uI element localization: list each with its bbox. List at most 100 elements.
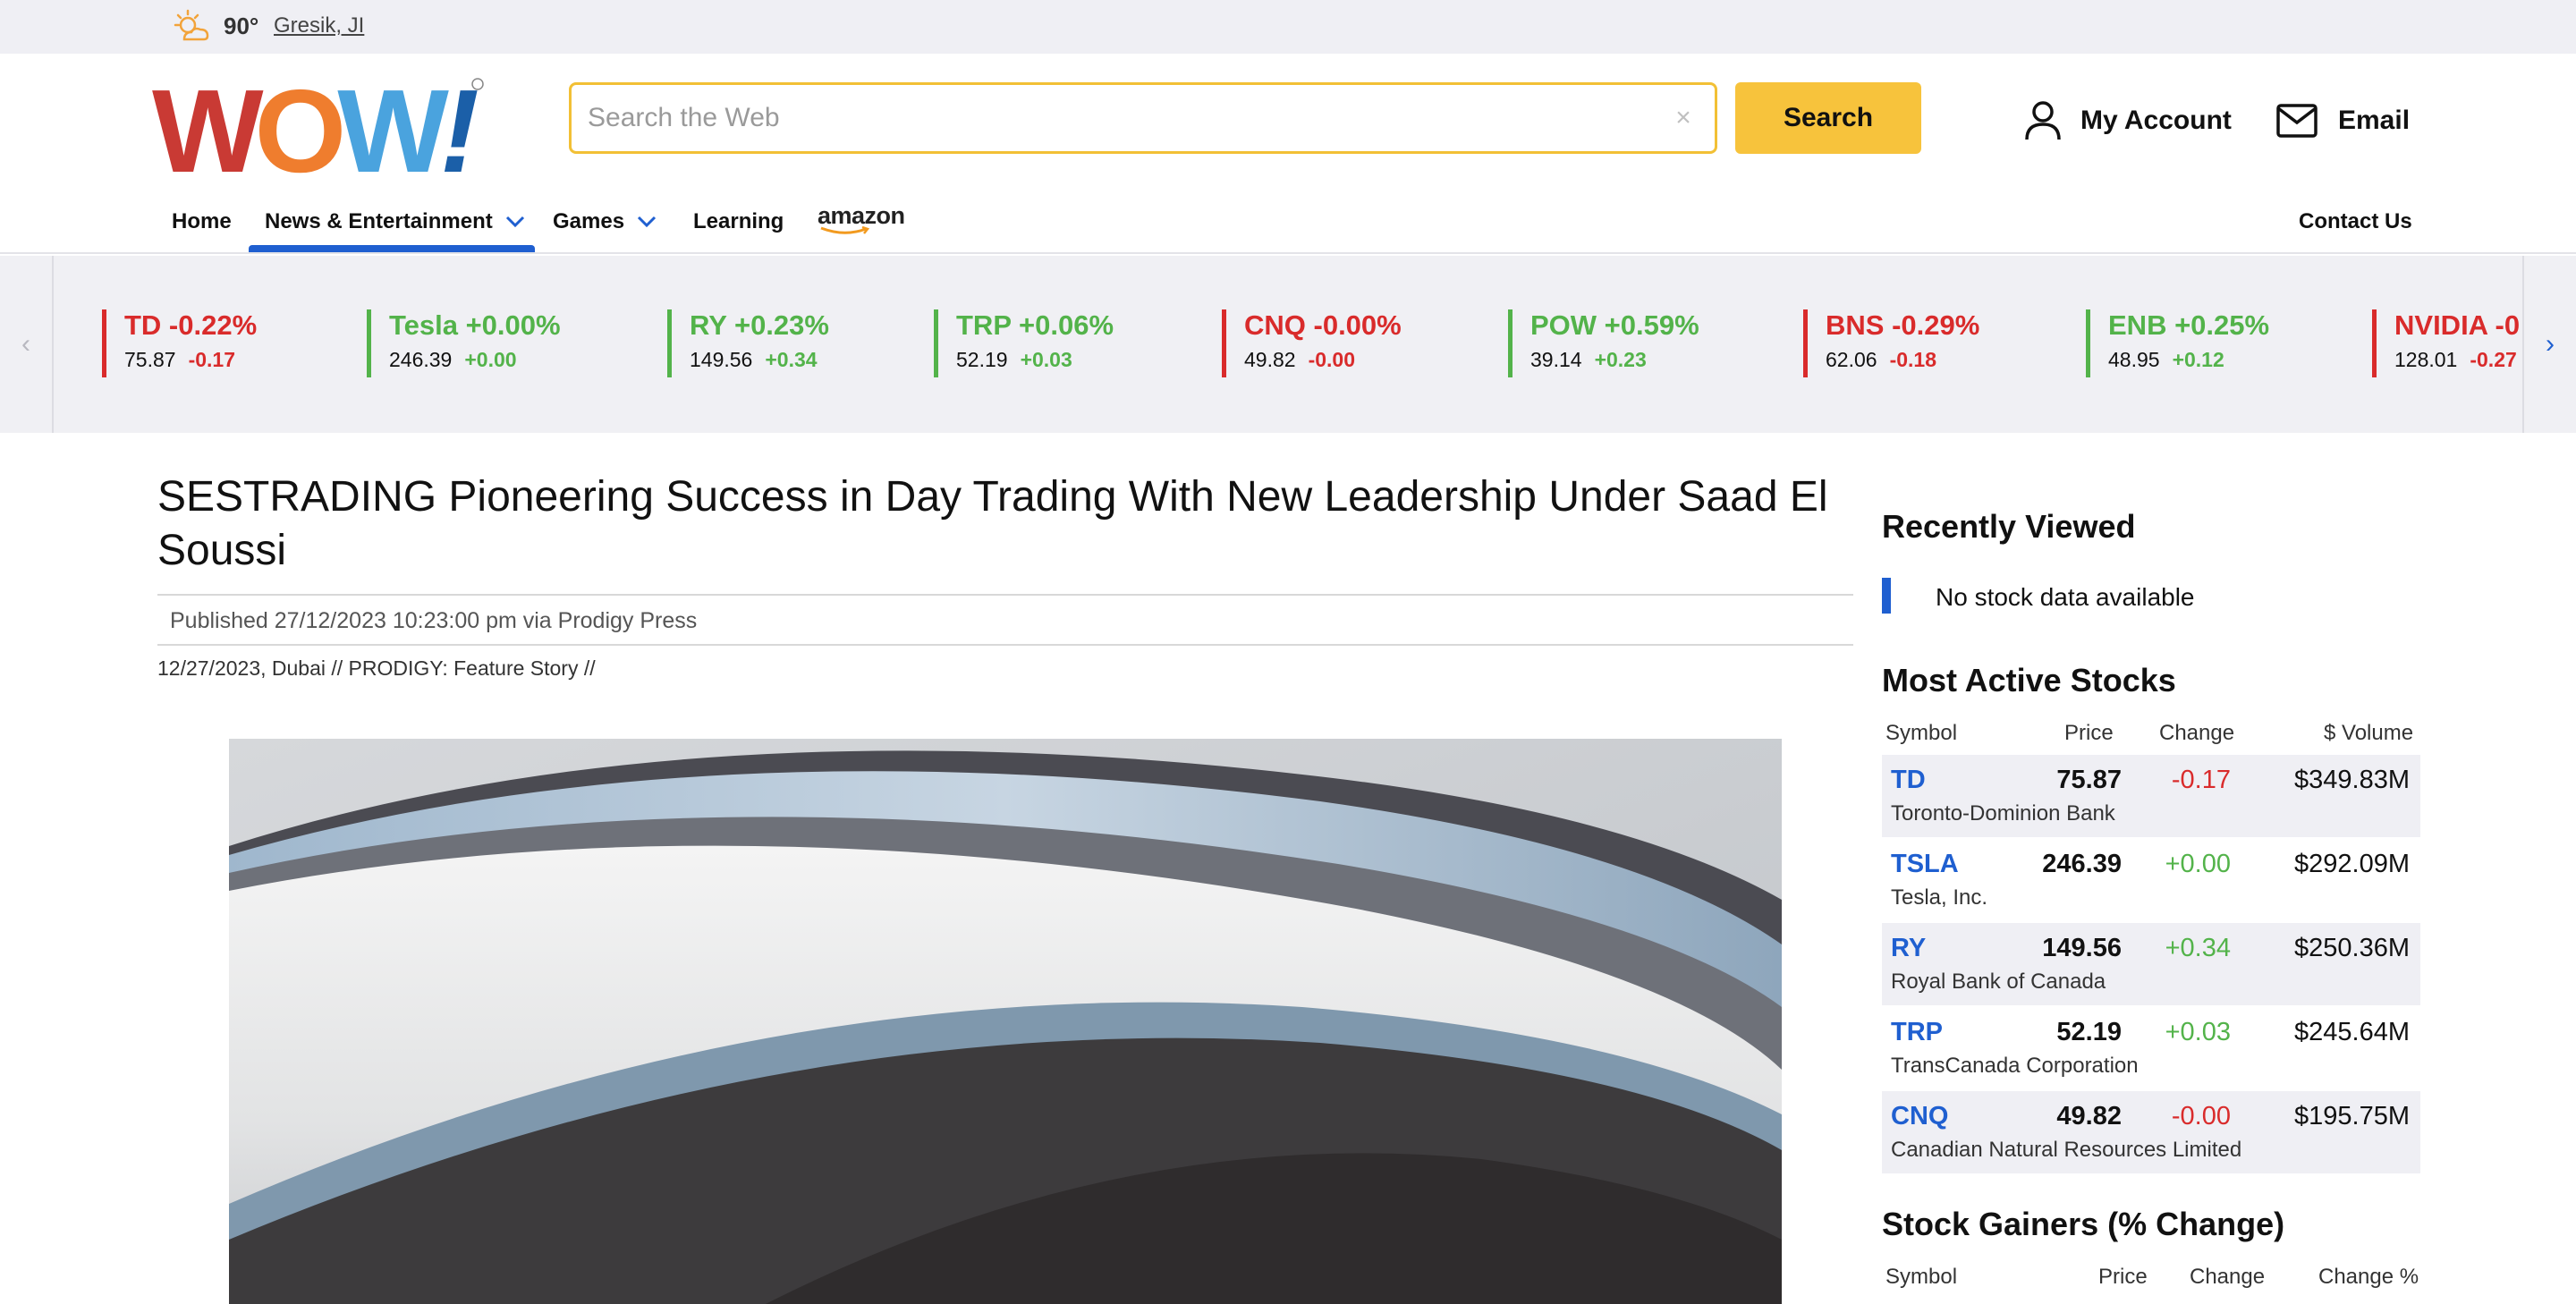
chevron-down-icon (505, 216, 524, 228)
ticker-change: +0.34 (765, 348, 818, 371)
search-input[interactable] (588, 85, 1643, 151)
nav-amazon[interactable]: amazon (818, 202, 905, 235)
ticker-change: -0.00 (1308, 348, 1355, 371)
ticker-change: +0.23 (1594, 348, 1647, 371)
nav-home[interactable]: Home (172, 209, 232, 234)
stock-ticker: ‹ TD -0.22% 75.87 -0.17 Tesla +0.00% 246.39 +… (0, 256, 2576, 433)
meta-divider (157, 644, 1853, 646)
stock-price: 52.19 (2056, 1018, 2122, 1046)
article-title: SESTRADING Pioneering Success in Day Tra… (157, 473, 1828, 574)
ticker-symbol-change: CNQ -0.00% (1244, 309, 1402, 341)
stock-row[interactable]: TRP TransCanada Corporation 52.19 +0.03 $245… (1882, 1007, 2420, 1089)
most-active-title: Most Active Stocks (1882, 662, 2176, 699)
ticker-symbol-change: TD -0.22% (124, 309, 258, 341)
stock-gainers-title: Stock Gainers (% Change) (1882, 1206, 2285, 1242)
nav-contact-us[interactable]: Contact Us (2299, 209, 2412, 234)
stock-volume: $250.36M (2294, 934, 2410, 962)
email-link[interactable]: Email (2275, 100, 2410, 141)
gainers-col-symbol: Symbol (1885, 1265, 1958, 1289)
ticker-item[interactable]: TRP +0.06% 52.19 +0.03 (934, 309, 1114, 377)
ticker-price: 246.39 (389, 348, 453, 371)
search-box: × (569, 82, 1717, 154)
article-hero-image (229, 739, 1782, 1304)
stock-symbol-link[interactable]: TD (1891, 766, 1926, 795)
clear-icon[interactable]: × (1668, 103, 1699, 133)
ticker-price: 49.82 (1244, 348, 1296, 371)
stock-row[interactable]: RY Royal Bank of Canada 149.56 +0.34 $250.36… (1882, 923, 2420, 1005)
weather-temperature: 90° (224, 13, 259, 39)
stock-price: 75.87 (2056, 766, 2122, 794)
weather-location-link[interactable]: Gresik, JI (274, 13, 364, 38)
envelope-icon (2276, 104, 2318, 138)
nav-news-entertainment[interactable]: News & Entertainment (265, 209, 525, 234)
stock-company-name: Tesla, Inc. (1891, 885, 1988, 910)
most-active-col-volume: $ Volume (2324, 721, 2414, 745)
ticker-item[interactable]: RY +0.23% 149.56 +0.34 (667, 309, 829, 377)
ticker-symbol-change: POW +0.59% (1530, 309, 1699, 341)
svg-text:WOW!: WOW! (152, 75, 478, 182)
ticker-item[interactable]: NVIDIA -0 128.01 -0.27 (2372, 309, 2520, 377)
chevron-down-icon (638, 216, 657, 228)
ticker-item[interactable]: ENB +0.25% 48.95 +0.12 (2086, 309, 2269, 377)
chevron-left-icon: ‹ (21, 329, 30, 359)
article-published-meta: Published 27/12/2023 10:23:00 pm via Pro… (170, 608, 698, 633)
stock-company-name: Toronto-Dominion Bank (1891, 801, 2115, 826)
ticker-item[interactable]: BNS -0.29% 62.06 -0.18 (1803, 309, 1979, 377)
ticker-symbol-change: BNS -0.29% (1826, 309, 1980, 341)
stock-price: 246.39 (2042, 850, 2122, 878)
stock-price: 149.56 (2042, 934, 2122, 962)
nav-learning-label: Learning (693, 209, 784, 233)
ticker-change: +0.00 (464, 348, 517, 371)
amazon-smile-icon (820, 226, 870, 234)
stock-row[interactable]: CNQ Canadian Natural Resources Limited 49.… (1882, 1091, 2420, 1173)
ticker-item[interactable]: Tesla +0.00% 246.39 +0.00 (367, 309, 561, 377)
ticker-symbol-change: Tesla +0.00% (389, 309, 561, 341)
ticker-prev-button[interactable]: ‹ (0, 256, 54, 433)
ticker-symbol-change: ENB +0.25% (2108, 309, 2270, 341)
stock-change: -0.17 (2171, 766, 2231, 794)
stock-volume: $292.09M (2294, 850, 2410, 878)
email-label: Email (2338, 106, 2411, 135)
hero-image-graphic (229, 739, 1782, 1304)
stock-company-name: Canadian Natural Resources Limited (1891, 1138, 2242, 1162)
partly-sunny-icon (174, 9, 209, 41)
gainers-col-price: Price (2098, 1265, 2148, 1289)
ticker-item[interactable]: CNQ -0.00% 49.82 -0.00 (1222, 309, 1402, 377)
ticker-change: -0.18 (1889, 348, 1936, 371)
stock-volume: $245.64M (2294, 1018, 2410, 1046)
most-active-col-price: Price (2064, 721, 2114, 745)
wow-logo[interactable]: WOW! (152, 75, 487, 182)
ticker-change: +0.03 (1020, 348, 1072, 371)
ticker-price: 62.06 (1826, 348, 1877, 371)
my-account-link[interactable]: My Account (2023, 100, 2232, 141)
stock-symbol-link[interactable]: CNQ (1891, 1102, 1948, 1131)
recently-viewed-title: Recently Viewed (1882, 508, 2136, 545)
nav-learning[interactable]: Learning (693, 209, 784, 234)
stock-symbol-link[interactable]: TRP (1891, 1018, 1943, 1047)
ticker-item[interactable]: POW +0.59% 39.14 +0.23 (1508, 309, 1699, 377)
ticker-symbol-change: RY +0.23% (690, 309, 829, 341)
ticker-change: +0.12 (2172, 348, 2224, 371)
most-active-col-change: Change (2159, 721, 2235, 745)
stock-change: +0.34 (2165, 934, 2231, 962)
stock-company-name: Royal Bank of Canada (1891, 970, 2106, 994)
ticker-item[interactable]: TD -0.22% 75.87 -0.17 (102, 309, 257, 377)
stock-row[interactable]: TD Toronto-Dominion Bank 75.87 -0.17 $349.83… (1882, 755, 2420, 837)
stock-symbol-link[interactable]: RY (1891, 934, 1926, 963)
ticker-price: 75.87 (124, 348, 176, 371)
nav-news-label: News & Entertainment (265, 209, 493, 233)
nav-games-label: Games (553, 209, 625, 233)
search-button[interactable]: Search (1735, 82, 1921, 154)
stock-symbol-link[interactable]: TSLA (1891, 850, 1959, 879)
ticker-price: 128.01 (2394, 348, 2458, 371)
recently-viewed-empty: No stock data available (1936, 583, 2195, 611)
ticker-symbol-change: NVIDIA -0 (2394, 309, 2521, 341)
chevron-right-icon: › (2546, 329, 2555, 359)
ticker-next-button[interactable]: › (2522, 256, 2576, 433)
nav-games[interactable]: Games (553, 209, 657, 234)
site-header: WOW! × Search My Account Email Home News… (0, 54, 2576, 254)
gainers-col-change: Change (2190, 1265, 2266, 1289)
stock-volume: $195.75M (2294, 1102, 2410, 1130)
stock-row[interactable]: TSLA Tesla, Inc. 246.39 +0.00 $292.09M (1882, 839, 2420, 921)
stock-change: +0.03 (2165, 1018, 2231, 1046)
